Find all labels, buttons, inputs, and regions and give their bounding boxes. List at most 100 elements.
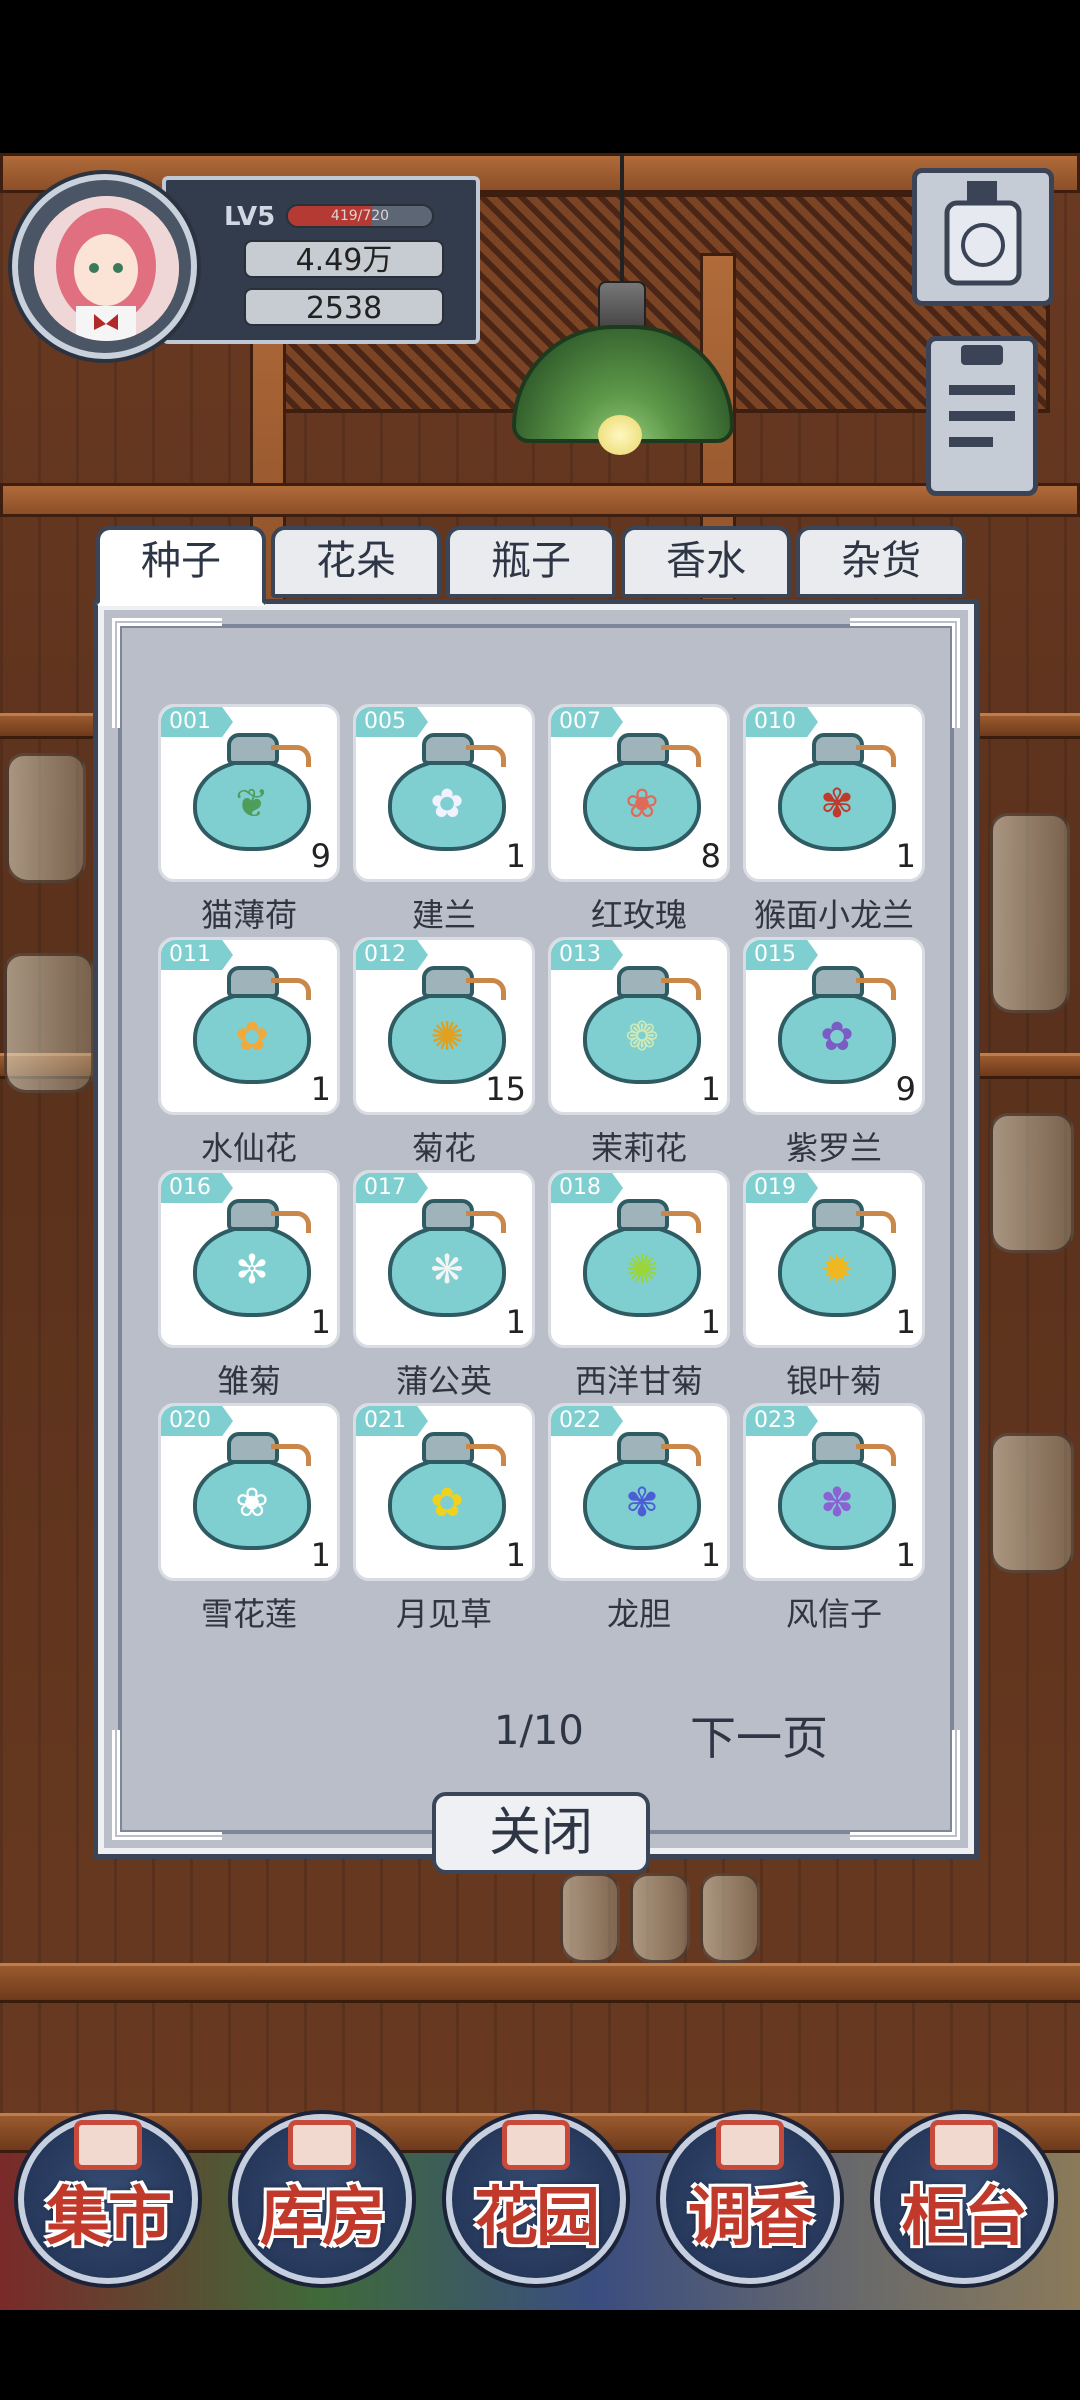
flower-icon: ✹: [820, 1247, 854, 1293]
seed-card[interactable]: 018 ✺ 1: [548, 1170, 730, 1348]
nav-label: 调香: [688, 2180, 814, 2255]
bag-tie: [271, 1211, 311, 1233]
tab-3[interactable]: 香水: [621, 526, 791, 598]
seed-card[interactable]: 023 ✽ 1: [743, 1403, 925, 1581]
tab-2[interactable]: 瓶子: [446, 526, 616, 598]
seed-card[interactable]: 005 ✿ 1: [353, 704, 535, 882]
seed-card[interactable]: 007 ❀ 8: [548, 704, 730, 882]
tab-4[interactable]: 杂货: [796, 526, 966, 598]
item-count: 1: [895, 1536, 916, 1574]
item-id-badge: 019: [746, 1173, 818, 1203]
tab-1[interactable]: 花朵: [271, 526, 441, 598]
bag-tie: [661, 745, 701, 767]
seed-card[interactable]: 015 ✿ 9: [743, 937, 925, 1115]
lamp-cord: [620, 153, 624, 283]
item-count: 15: [485, 1070, 526, 1108]
item-id-badge: 011: [161, 940, 233, 970]
flower-icon: ✿: [235, 1014, 269, 1060]
nav-market[interactable]: 集市: [10, 2102, 206, 2292]
seed-card[interactable]: 012 ✺ 15: [353, 937, 535, 1115]
nav-label: 集市: [46, 2180, 172, 2255]
item-count: 1: [310, 1536, 331, 1574]
tab-0[interactable]: 种子: [96, 526, 266, 606]
nav-label: 花园: [474, 2180, 600, 2255]
flower-icon: ❀: [235, 1480, 269, 1526]
item-id-badge: 015: [746, 940, 818, 970]
flower-icon: ✼: [235, 1247, 269, 1293]
seed-card[interactable]: 021 ✿ 1: [353, 1403, 535, 1581]
bag-tie: [661, 1211, 701, 1233]
item-count: 1: [895, 1303, 916, 1341]
perfume-icon: [716, 2120, 784, 2170]
bag-tie: [271, 745, 311, 767]
seed-card[interactable]: 001 ❦ 9: [158, 704, 340, 882]
clipboard-icon[interactable]: [926, 336, 1038, 496]
flower-icon: ✿: [430, 781, 464, 827]
petals-value: 2538: [244, 288, 444, 326]
shelf: [0, 713, 100, 739]
seed-card[interactable]: 011 ✿ 1: [158, 937, 340, 1115]
counter-shelf: [0, 1963, 1080, 2003]
bag-tie: [271, 1444, 311, 1466]
seed-card[interactable]: 019 ✹ 1: [743, 1170, 925, 1348]
item-count: 1: [310, 1303, 331, 1341]
nav-perfume[interactable]: 调香: [652, 2102, 848, 2292]
item-id-badge: 016: [161, 1173, 233, 1203]
item-id-badge: 013: [551, 940, 623, 970]
item-count: 8: [700, 837, 721, 875]
nav-counter[interactable]: 柜台: [866, 2102, 1062, 2292]
nav-storehouse[interactable]: 库房: [224, 2102, 420, 2292]
item-count: 1: [700, 1536, 721, 1574]
seed-card[interactable]: 020 ❀ 1: [158, 1403, 340, 1581]
nav-label: 柜台: [902, 2180, 1028, 2255]
flower-icon: ❁: [625, 1014, 659, 1060]
flower-icon: ✺: [625, 1247, 659, 1293]
item-count: 1: [310, 1070, 331, 1108]
rose-icon: [502, 2120, 570, 2170]
avatar[interactable]: [34, 196, 179, 341]
item-name: 风信子: [785, 1595, 882, 1633]
close-button[interactable]: 关闭: [432, 1792, 650, 1874]
flask: [700, 1873, 760, 1963]
item-name: 蒲公英: [395, 1362, 492, 1400]
item-count: 9: [895, 1070, 916, 1108]
next-page-button[interactable]: 下一页: [690, 1702, 828, 1768]
seed-card[interactable]: 010 ✾ 1: [743, 704, 925, 882]
item-id-badge: 021: [356, 1406, 428, 1436]
item-count: 1: [505, 1536, 526, 1574]
money-value: 4.49万: [244, 240, 444, 278]
item-name: 月见草: [395, 1595, 492, 1633]
flask: [630, 1873, 690, 1963]
seed-card[interactable]: 017 ❋ 1: [353, 1170, 535, 1348]
bag-tie: [856, 1444, 896, 1466]
item-name: 猴面小龙兰: [753, 896, 914, 934]
market-icon: [74, 2120, 142, 2170]
player-hud[interactable]: LV5 419/720 ❤ 4.49万 ❦ 2538: [12, 166, 480, 359]
seed-card[interactable]: 016 ✼ 1: [158, 1170, 340, 1348]
avatar-frame[interactable]: [12, 174, 197, 359]
item-name: 茉莉花: [590, 1129, 687, 1167]
item-count: 1: [505, 837, 526, 875]
flower-icon: ✽: [820, 1480, 854, 1526]
flower-icon: ✾: [625, 1480, 659, 1526]
item-name: 雏菊: [216, 1362, 281, 1400]
counter-icon: [930, 2120, 998, 2170]
lamp-cap: [598, 281, 646, 331]
nav-rose[interactable]: 花园: [438, 2102, 634, 2292]
item-name: 银叶菊: [785, 1362, 882, 1400]
glass-jar: [990, 1433, 1074, 1573]
item-name: 菊花: [411, 1129, 476, 1167]
perfume-bottle-icon[interactable]: [912, 168, 1054, 306]
item-name: 雪花莲: [200, 1595, 297, 1633]
seed-card[interactable]: 022 ✾ 1: [548, 1403, 730, 1581]
inventory-tabs: 种子 花朵 瓶子 香水 杂货: [96, 526, 976, 606]
storehouse-icon: [288, 2120, 356, 2170]
item-name: 建兰: [411, 896, 476, 934]
seed-card[interactable]: 013 ❁ 1: [548, 937, 730, 1115]
bag-tie: [466, 1444, 506, 1466]
bag-tie: [271, 978, 311, 1000]
bag-tie: [466, 978, 506, 1000]
shelf: [980, 1053, 1080, 1079]
flower-icon: ✾: [820, 781, 854, 827]
nav-label: 库房: [260, 2180, 386, 2255]
